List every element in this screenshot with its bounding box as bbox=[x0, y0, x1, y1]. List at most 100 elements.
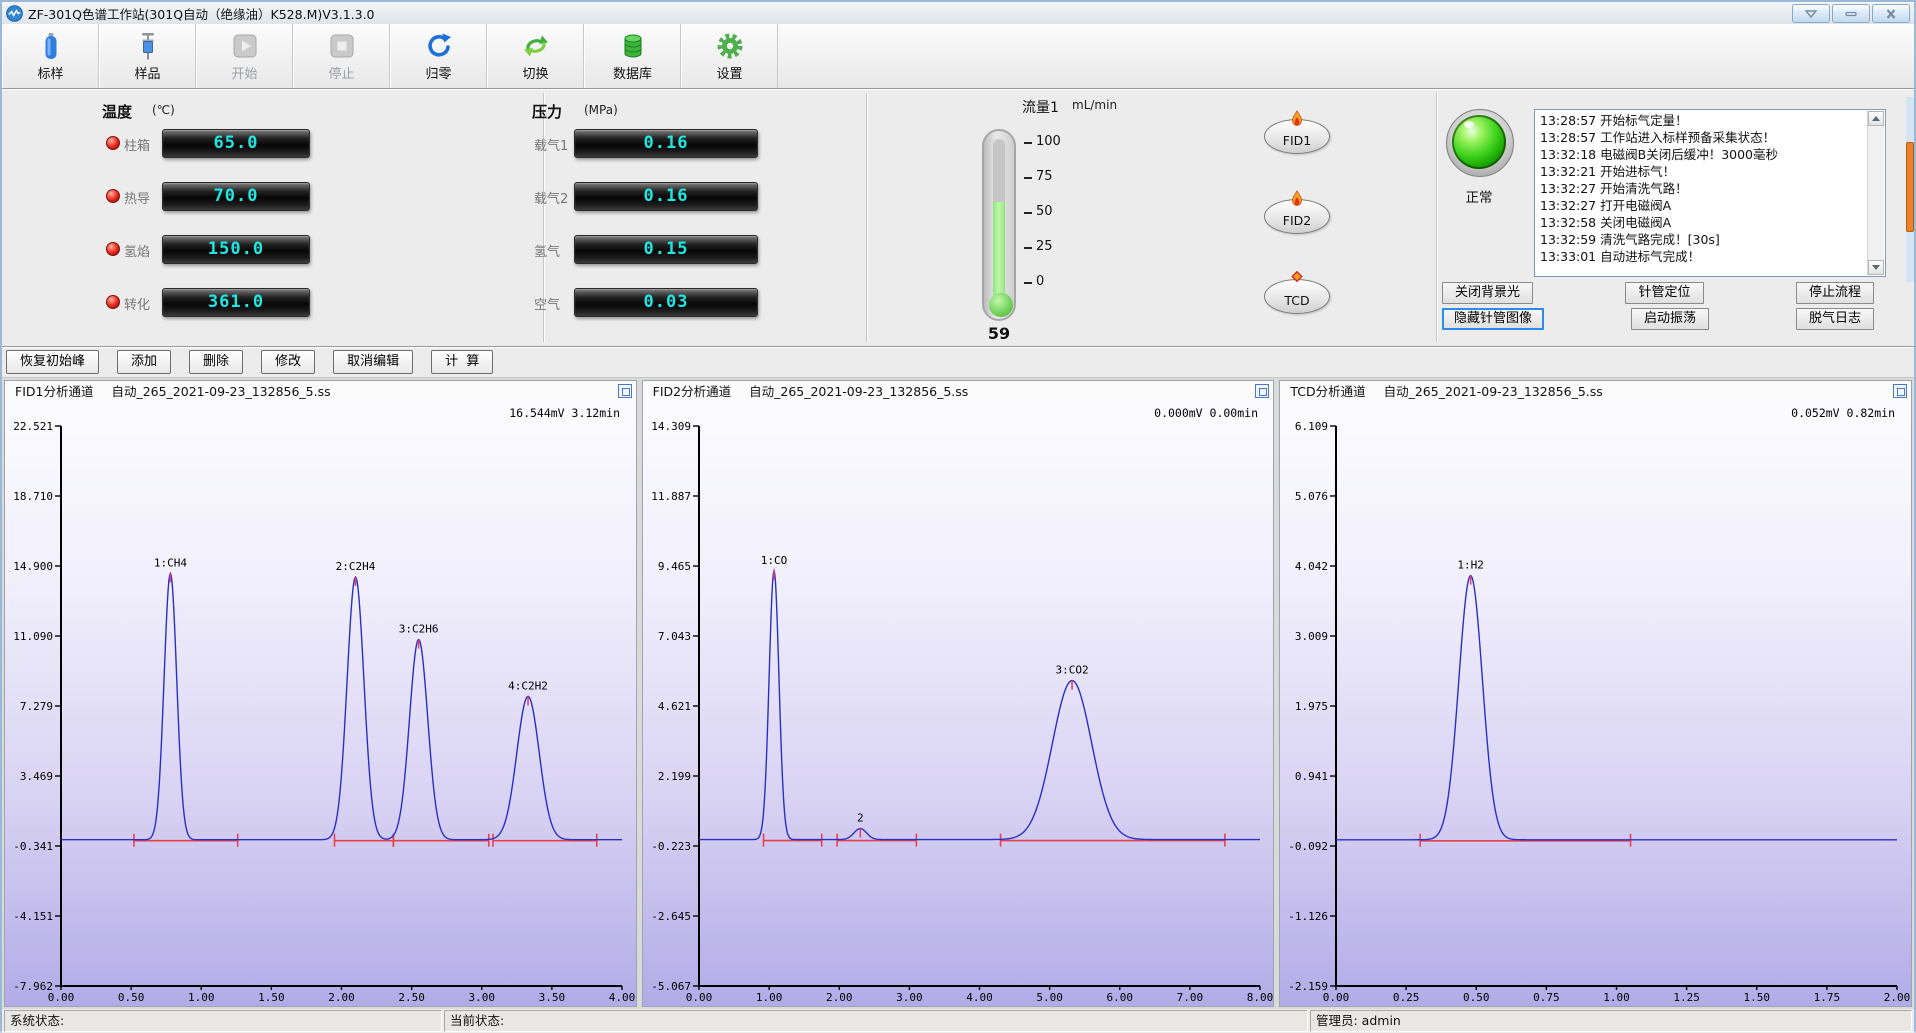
pressure-value-display: 0.16 bbox=[574, 182, 758, 211]
log-line: 13:32:27 开始清洗气路！ bbox=[1540, 180, 1865, 197]
svg-text:0.50: 0.50 bbox=[1463, 991, 1490, 1004]
edit-button-3[interactable]: 删除 bbox=[189, 350, 243, 374]
chart-channel-label: FID2分析通道 bbox=[653, 384, 731, 399]
edit-button-4[interactable]: 修改 bbox=[261, 350, 315, 374]
chromatogram-plot-fid2[interactable]: 14.30911.8879.4657.0434.6212.199-0.223-2… bbox=[643, 402, 1274, 1006]
maximize-icon[interactable] bbox=[1893, 384, 1907, 398]
rollup-icon bbox=[1803, 9, 1819, 19]
chromatogram-plot-fid1[interactable]: 22.52118.71014.90011.0907.2793.469-0.341… bbox=[5, 402, 636, 1006]
edit-button-5[interactable]: 取消编辑 bbox=[333, 350, 413, 374]
svg-text:0.00: 0.00 bbox=[48, 991, 75, 1004]
rollup-button[interactable] bbox=[1792, 4, 1830, 23]
chart-header: FID2分析通道 自动_265_2021-09-23_132856_5.ss bbox=[643, 381, 1274, 402]
edit-button-6[interactable]: 计 算 bbox=[431, 350, 493, 374]
svg-text:18.710: 18.710 bbox=[13, 490, 53, 503]
toolbar-button-label: 开始 bbox=[231, 63, 257, 82]
button-4[interactable]: 隐藏针管图像 bbox=[1442, 308, 1544, 330]
status-light-label: 正常 bbox=[1446, 186, 1512, 206]
flow-gauge-bulb bbox=[989, 293, 1013, 317]
status-led bbox=[106, 295, 120, 309]
log-scrollbar[interactable] bbox=[1867, 111, 1884, 275]
status-led bbox=[106, 136, 120, 150]
control-panel: 温度 (℃) 柱箱65.0热导70.0氢焰150.0转化361.0 压力 (MP… bbox=[2, 89, 1914, 347]
toolbar-button-8[interactable]: 设置 bbox=[681, 24, 778, 88]
close-button[interactable] bbox=[1872, 4, 1910, 23]
panel-separator bbox=[1436, 93, 1438, 342]
flow-tick-label: 75 bbox=[1036, 169, 1053, 184]
svg-text:-0.092: -0.092 bbox=[1289, 840, 1329, 853]
detector-label: FID1 bbox=[1283, 133, 1311, 148]
flow-gauge bbox=[982, 129, 1016, 321]
chart-panel-tcd: TCD分析通道 自动_265_2021-09-23_132856_5.ss 6.… bbox=[1279, 380, 1912, 1007]
svg-text:-4.151: -4.151 bbox=[13, 910, 53, 923]
button-1[interactable]: 关闭背景光 bbox=[1442, 282, 1533, 304]
svg-text:2:C2H4: 2:C2H4 bbox=[336, 560, 376, 573]
minimize-button[interactable] bbox=[1832, 4, 1870, 23]
svg-text:2.00: 2.00 bbox=[328, 991, 355, 1004]
chromatogram-svg: 22.52118.71014.90011.0907.2793.469-0.341… bbox=[5, 402, 636, 1006]
svg-text:0.941: 0.941 bbox=[1295, 770, 1328, 783]
button-5[interactable]: 启动振荡 bbox=[1631, 308, 1709, 330]
svg-text:2.00: 2.00 bbox=[1884, 991, 1911, 1004]
toolbar-button-1[interactable]: 标样 bbox=[2, 24, 99, 88]
flow-gauge-tube bbox=[993, 139, 1005, 311]
svg-text:7.279: 7.279 bbox=[20, 700, 53, 713]
toolbar-button-7[interactable]: 数据库 bbox=[584, 24, 681, 88]
chromatogram-plot-tcd[interactable]: 6.1095.0764.0423.0091.9750.941-0.092-1.1… bbox=[1280, 402, 1911, 1006]
svg-text:14.900: 14.900 bbox=[13, 560, 53, 573]
maximize-icon[interactable] bbox=[618, 384, 632, 398]
edit-button-2[interactable]: 添加 bbox=[117, 350, 171, 374]
svg-text:1.975: 1.975 bbox=[1295, 700, 1328, 713]
flow-label: 流量1 bbox=[1022, 97, 1059, 117]
detector-button-fid1[interactable]: FID1 bbox=[1264, 119, 1330, 154]
scroll-up-icon[interactable] bbox=[1868, 111, 1884, 126]
button-3[interactable]: 停止流程 bbox=[1796, 282, 1874, 304]
gear-icon bbox=[715, 30, 745, 62]
title-bar: ZF-301Q色谱工作站(301Q自动（绝缘油）K528.M)V3.1.3.0 bbox=[2, 2, 1914, 24]
detector-button-fid2[interactable]: FID2 bbox=[1264, 199, 1330, 234]
svg-text:4.00: 4.00 bbox=[609, 991, 636, 1004]
toolbar-button-4[interactable]: 停止 bbox=[293, 24, 390, 88]
svg-text:-1.126: -1.126 bbox=[1289, 910, 1329, 923]
scroll-down-icon[interactable] bbox=[1868, 260, 1884, 275]
toolbar-button-5[interactable]: 归零 bbox=[390, 24, 487, 88]
edge-scroll-track[interactable] bbox=[1906, 97, 1914, 282]
temperature-row-label: 转化 bbox=[124, 294, 150, 313]
svg-text:1.00: 1.00 bbox=[188, 991, 215, 1004]
chromatogram-curve bbox=[1336, 576, 1897, 840]
log-button-row: 关闭背景光 针管定位 停止流程 bbox=[1442, 282, 1874, 304]
toolbar-button-6[interactable]: 切换 bbox=[487, 24, 584, 88]
detector-button-tcd[interactable]: TCD bbox=[1264, 279, 1330, 314]
edit-button-1[interactable]: 恢复初始峰 bbox=[6, 350, 99, 374]
edge-scroll-thumb[interactable] bbox=[1906, 142, 1914, 232]
svg-text:-0.223: -0.223 bbox=[651, 840, 691, 853]
temperature-row-label: 柱箱 bbox=[124, 135, 150, 154]
toolbar-button-3[interactable]: 开始 bbox=[196, 24, 293, 88]
temperature-value-display: 361.0 bbox=[162, 288, 310, 317]
svg-text:9.465: 9.465 bbox=[658, 560, 691, 573]
chart-file-label: 自动_265_2021-09-23_132856_5.ss bbox=[1384, 384, 1603, 399]
svg-text:4:C2H2: 4:C2H2 bbox=[508, 679, 548, 692]
svg-text:2.50: 2.50 bbox=[398, 991, 425, 1004]
log-line: 13:28:57 开始标气定量！ bbox=[1540, 112, 1865, 129]
chromatogram-charts: FID1分析通道 自动_265_2021-09-23_132856_5.ss 2… bbox=[2, 378, 1914, 1009]
database-icon bbox=[618, 30, 648, 62]
minimize-icon bbox=[1843, 9, 1859, 19]
svg-text:8.00: 8.00 bbox=[1246, 991, 1273, 1004]
svg-text:1.00: 1.00 bbox=[1604, 991, 1631, 1004]
button-6[interactable]: 脱气日志 bbox=[1796, 308, 1874, 330]
log-line: 13:32:58 关闭电磁阀A bbox=[1540, 214, 1865, 231]
temperature-value-display: 70.0 bbox=[162, 182, 310, 211]
temperature-value-display: 150.0 bbox=[162, 235, 310, 264]
close-icon bbox=[1884, 8, 1898, 20]
status-bar: 系统状态: 当前状态: 管理员: admin bbox=[2, 1009, 1914, 1033]
button-2[interactable]: 针管定位 bbox=[1625, 282, 1703, 304]
svg-text:3.009: 3.009 bbox=[1295, 630, 1328, 643]
svg-text:1.25: 1.25 bbox=[1674, 991, 1701, 1004]
log-line: 13:32:59 清洗气路完成！[30s] bbox=[1540, 231, 1865, 248]
log-lines: 13:28:57 开始标气定量！13:28:57 工作站进入标样预备采集状态！1… bbox=[1540, 112, 1865, 265]
maximize-icon[interactable] bbox=[1255, 384, 1269, 398]
pressure-row-label: 载气1 bbox=[534, 135, 568, 154]
log-box[interactable]: 13:28:57 开始标气定量！13:28:57 工作站进入标样预备采集状态！1… bbox=[1534, 109, 1886, 277]
toolbar-button-2[interactable]: 样品 bbox=[99, 24, 196, 88]
